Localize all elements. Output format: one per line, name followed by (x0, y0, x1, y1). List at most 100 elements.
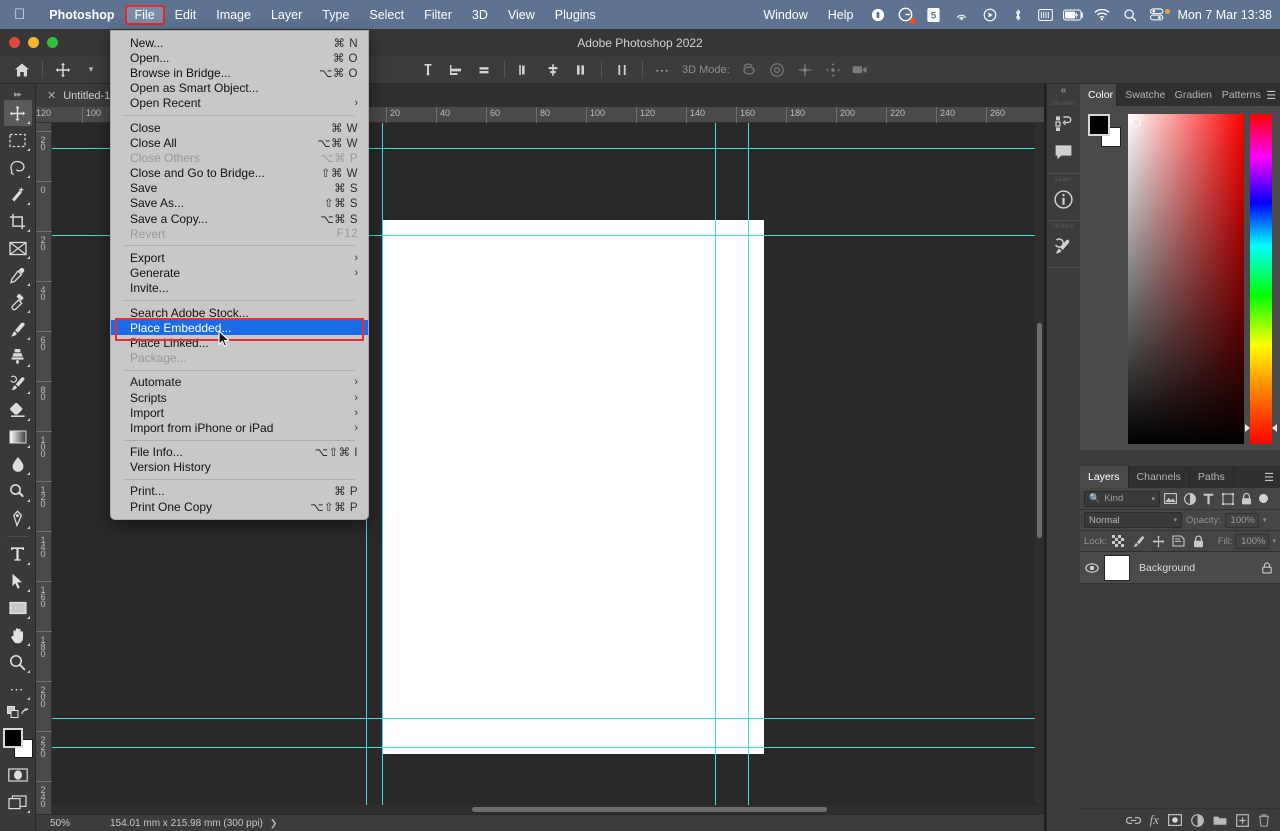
html5-icon[interactable]: 5 (923, 5, 945, 25)
menu-item-save-as[interactable]: Save As...⇧⌘ S (111, 196, 368, 211)
fill-chevron-icon[interactable]: ▾ (1272, 537, 1276, 545)
blend-mode-select[interactable]: Normal ▾ (1084, 512, 1182, 528)
scrollbar-thumb[interactable] (1037, 323, 1042, 538)
guide-vertical[interactable] (748, 123, 749, 814)
hue-slider-handle-left[interactable] (1245, 424, 1250, 432)
canvas-horizontal-scrollbar[interactable] (52, 805, 1044, 814)
vertical-ruler[interactable]: 20020406080100120140160180200220240 (36, 123, 52, 814)
guide-horizontal[interactable] (52, 747, 1044, 748)
new-layer-icon[interactable] (1236, 814, 1249, 827)
menubar-item-plugins[interactable]: Plugins (546, 6, 605, 24)
color-panel-swatches[interactable] (1088, 114, 1122, 148)
guide-horizontal[interactable] (52, 718, 1044, 719)
menu-item-revert[interactable]: RevertF12 (111, 226, 368, 241)
tool-preset-chevron-icon[interactable]: ▾ (81, 59, 101, 81)
pen-tool[interactable] (4, 505, 32, 531)
menu-bar-clock[interactable]: Mon 7 Mar 13:38 (1178, 8, 1273, 22)
horizontal-type-tool[interactable] (4, 541, 32, 567)
align-bottom-edges-icon[interactable] (474, 59, 494, 81)
control-center-icon[interactable] (1147, 5, 1169, 25)
layer-kind-filter[interactable]: 🔍 Kind ▾ (1084, 491, 1160, 507)
opacity-value[interactable]: 100% (1225, 513, 1259, 528)
menubar-item-edit[interactable]: Edit (166, 6, 206, 24)
menubar-item-window[interactable]: Window (754, 6, 816, 24)
roll-3d-icon[interactable] (767, 59, 787, 81)
chevron-right-icon[interactable]: ❯ (270, 818, 278, 829)
history-icon[interactable] (1050, 232, 1078, 261)
tab-channels[interactable]: Channels (1129, 466, 1190, 488)
keyboard-icon[interactable] (1035, 5, 1057, 25)
home-icon[interactable] (12, 59, 32, 81)
menubar-item-file[interactable]: File (126, 6, 164, 24)
layer-thumbnail[interactable] (1104, 555, 1130, 581)
rectangular-marquee-tool[interactable] (4, 127, 32, 153)
align-horizontal-centers-icon[interactable] (543, 59, 563, 81)
menu-item-print[interactable]: Print...⌘ P (111, 484, 368, 499)
menu-item-open-as-smart-object[interactable]: Open as Smart Object... (111, 81, 368, 96)
eyedropper-tool[interactable] (4, 262, 32, 288)
filter-pixel-icon[interactable] (1162, 490, 1179, 507)
lasso-tool[interactable] (4, 154, 32, 180)
lock-all-icon[interactable] (1190, 533, 1207, 550)
lock-artboard-icon[interactable] (1170, 533, 1187, 550)
menu-item-import[interactable]: Import› (111, 405, 368, 420)
menu-item-save-a-copy[interactable]: Save a Copy...⌥⌘ S (111, 211, 368, 226)
blur-tool[interactable] (4, 451, 32, 477)
move-tool[interactable] (4, 100, 32, 126)
orbit-3d-icon[interactable] (739, 59, 759, 81)
menu-item-file-info[interactable]: File Info...⌥⇧⌘ I (111, 445, 368, 460)
crop-tool[interactable] (4, 208, 32, 234)
close-tab-icon[interactable]: ✕ (47, 89, 56, 102)
menu-item-open-recent[interactable]: Open Recent› (111, 96, 368, 111)
menu-item-place-linked[interactable]: Place Linked... (111, 335, 368, 350)
menubar-item-photoshop[interactable]: Photoshop (40, 6, 123, 24)
menubar-item-layer[interactable]: Layer (262, 6, 311, 24)
panel-menu-icon[interactable]: ☰ (1262, 84, 1280, 106)
menubar-item-3d[interactable]: 3D (463, 6, 497, 24)
menu-item-version-history[interactable]: Version History (111, 460, 368, 475)
menu-item-browse-in-bridge[interactable]: Browse in Bridge...⌥⌘ O (111, 65, 368, 80)
new-group-icon[interactable] (1213, 815, 1227, 826)
hue-strip[interactable] (1250, 114, 1272, 444)
layer-visibility-icon[interactable] (1080, 563, 1104, 573)
more-options-icon[interactable]: ⋯ (653, 59, 673, 81)
screen-record-icon[interactable] (979, 5, 1001, 25)
airplay-icon[interactable] (951, 5, 973, 25)
edit-toolbar-tool[interactable]: ⋯ (4, 676, 32, 702)
slide-3d-icon[interactable] (823, 59, 843, 81)
menu-item-open[interactable]: Open...⌘ O (111, 50, 368, 65)
menubar-item-filter[interactable]: Filter (415, 6, 461, 24)
table-row[interactable]: Background (1080, 552, 1280, 584)
dropbox-icon[interactable] (867, 5, 889, 25)
menu-item-invite[interactable]: Invite... (111, 281, 368, 296)
align-vertical-centers-icon[interactable] (446, 59, 466, 81)
filter-shape-icon[interactable] (1219, 490, 1236, 507)
hand-tool[interactable] (4, 622, 32, 648)
delete-layer-icon[interactable] (1258, 814, 1270, 827)
zoom-level[interactable]: 50% (50, 818, 110, 829)
menubar-item-select[interactable]: Select (360, 6, 413, 24)
align-top-edges-icon[interactable] (418, 59, 438, 81)
menu-item-export[interactable]: Export› (111, 250, 368, 265)
history-brush-tool[interactable] (4, 370, 32, 396)
object-selection-tool[interactable] (4, 181, 32, 207)
file-menu-dropdown[interactable]: New...⌘ NOpen...⌘ OBrowse in Bridge...⌥⌘… (110, 30, 369, 520)
menu-item-close-others[interactable]: Close Others⌥⌘ P (111, 150, 368, 165)
guide-vertical[interactable] (382, 123, 383, 814)
align-right-edges-icon[interactable] (571, 59, 591, 81)
align-left-edges-icon[interactable] (515, 59, 535, 81)
distribute-icon[interactable] (612, 59, 632, 81)
canvas-vertical-scrollbar[interactable] (1035, 123, 1044, 803)
menu-item-place-embedded[interactable]: Place Embedded... (111, 320, 368, 335)
layer-lock-icon[interactable] (1254, 562, 1280, 574)
info-icon[interactable] (1050, 185, 1078, 214)
menu-item-print-one-copy[interactable]: Print One Copy⌥⇧⌘ P (111, 499, 368, 514)
camera-3d-icon[interactable] (851, 59, 871, 81)
move-tool-icon[interactable] (53, 59, 73, 81)
layer-mask-icon[interactable] (1168, 814, 1182, 826)
color-field-marker[interactable] (1131, 117, 1141, 127)
scrollbar-thumb[interactable] (472, 807, 827, 812)
lock-position-icon[interactable] (1150, 533, 1167, 550)
tab-layers[interactable]: Layers (1080, 466, 1129, 488)
menubar-item-help[interactable]: Help (819, 6, 863, 24)
